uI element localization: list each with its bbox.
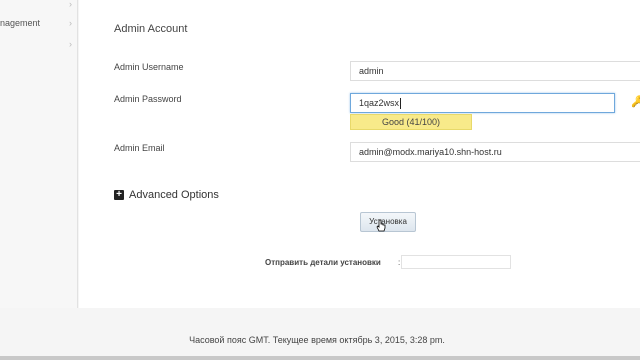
chevron-right-icon: ›: [69, 39, 72, 49]
admin-email-input[interactable]: admin@modx.mariya10.shn-host.ru: [350, 142, 640, 162]
text-caret: [400, 98, 402, 110]
admin-username-value: admin: [359, 66, 384, 76]
install-form-panel: Admin Account Admin Username admin Admin…: [79, 0, 640, 308]
admin-username-label: Admin Username: [114, 62, 184, 72]
admin-email-value: admin@modx.mariya10.shn-host.ru: [359, 147, 502, 157]
chevron-right-icon: ›: [69, 18, 72, 28]
footer-timezone-text: Часовой пояс GMT. Текущее время октябрь …: [189, 335, 445, 345]
admin-password-label: Admin Password: [114, 94, 182, 104]
plus-square-icon: +: [114, 190, 124, 200]
send-details-input[interactable]: [401, 255, 511, 269]
send-details-label: Отправить детали установки: [265, 258, 381, 267]
admin-password-value: 1qaz2wsx: [359, 98, 400, 108]
footer: Часовой пояс GMT. Текущее время октябрь …: [0, 308, 640, 360]
advanced-options-label: Advanced Options: [129, 189, 219, 201]
hand-cursor-icon: [376, 219, 386, 232]
sidebar-item-management[interactable]: nagement ›: [0, 15, 77, 33]
sidebar-item-2[interactable]: ›: [0, 36, 77, 54]
send-details-colon: :: [398, 258, 401, 267]
install-button[interactable]: Установка: [360, 212, 416, 232]
section-title: Admin Account: [114, 23, 188, 35]
key-icon[interactable]: 🔑: [631, 95, 640, 108]
admin-email-label: Admin Email: [114, 143, 165, 153]
sidebar-item-top[interactable]: ›: [0, 0, 77, 14]
sidebar: nagement › › ›: [0, 0, 78, 308]
password-strength-badge: Good (41/100): [350, 114, 472, 130]
admin-password-input[interactable]: 1qaz2wsx: [350, 93, 615, 113]
footer-divider: [0, 356, 640, 360]
chevron-right-icon: ›: [69, 0, 72, 9]
admin-username-input[interactable]: admin: [350, 61, 640, 81]
sidebar-item-label: nagement: [0, 18, 41, 28]
